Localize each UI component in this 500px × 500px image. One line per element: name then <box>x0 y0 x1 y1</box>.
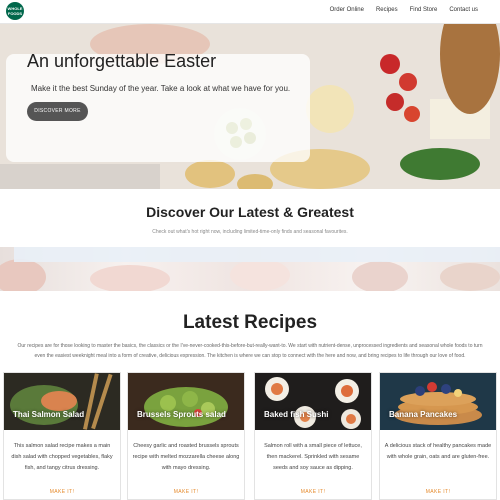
recipe-card-banana-pancakes[interactable]: Banana Pancakes A delicious stack of hea… <box>379 372 497 500</box>
recipe-description: A delicious stack of healthy pancakes ma… <box>384 443 492 460</box>
recipe-description: This salmon salad recipe makes a main di… <box>11 443 113 471</box>
recipe-image-banana-pancakes <box>380 373 496 430</box>
nav-link-contact-us[interactable]: Contact us <box>449 7 478 13</box>
make-it-button[interactable]: MAKE IT! <box>4 489 120 495</box>
recipe-title: Baked fish Sushi <box>264 410 329 419</box>
recipe-image-thai-salmon-salad <box>4 373 120 430</box>
hero-title: An unforgettable Easter <box>27 51 217 71</box>
recipe-card-thai-salmon-salad[interactable]: Thai Salmon Salad This salmon salad reci… <box>3 372 121 500</box>
discover-section-subtitle: Check out what's hot right now, includin… <box>152 229 348 235</box>
make-it-button[interactable]: MAKE IT! <box>255 489 371 495</box>
recipe-card-brussels-sprouts-salad[interactable]: Brussels Sprouts salad Cheesy garlic and… <box>127 372 245 500</box>
nav-link-recipes[interactable]: Recipes <box>376 7 398 13</box>
recipe-card-baked-fish-sushi[interactable]: Baked fish Sushi Salmon roll with a smal… <box>254 372 372 500</box>
recipe-title: Banana Pancakes <box>389 410 458 419</box>
recipes-description-line-1: Our recipes are for those looking to mas… <box>17 343 483 349</box>
banner-overlay-strip <box>14 247 500 262</box>
make-it-button[interactable]: MAKE IT! <box>380 489 496 495</box>
logo-text: WHOLE FOODS <box>7 6 23 16</box>
recipe-title: Thai Salmon Salad <box>13 410 85 419</box>
top-navigation: WHOLE FOODS Order Online Recipes Find St… <box>0 0 500 24</box>
recipe-description: Salmon roll with a small piece of lettuc… <box>264 443 362 471</box>
hero-subtitle: Make it the best Sunday of the year. Tak… <box>31 84 291 93</box>
discover-section-title: Discover Our Latest & Greatest <box>146 204 354 220</box>
recipe-description: Cheesy garlic and roasted brussels sprou… <box>132 443 240 471</box>
make-it-button[interactable]: MAKE IT! <box>128 489 244 495</box>
recipe-image-baked-fish-sushi <box>255 373 371 430</box>
nav-link-find-store[interactable]: Find Store <box>410 7 438 13</box>
latest-recipes-title: Latest Recipes <box>182 312 318 333</box>
recipes-description-line-2: even the easiest weeknight meal into a f… <box>34 353 466 359</box>
discover-more-button[interactable]: DISCOVER MORE <box>27 102 88 121</box>
nav-link-order-online[interactable]: Order Online <box>330 7 364 13</box>
nav-links: Order Online Recipes Find Store Contact … <box>330 7 478 13</box>
recipe-image-brussels-sprouts-salad <box>128 373 244 430</box>
brand-logo[interactable]: WHOLE FOODS <box>6 2 24 20</box>
recipe-title: Brussels Sprouts salad <box>137 410 226 419</box>
latest-recipes-description: Our recipes are for those looking to mas… <box>0 341 500 361</box>
